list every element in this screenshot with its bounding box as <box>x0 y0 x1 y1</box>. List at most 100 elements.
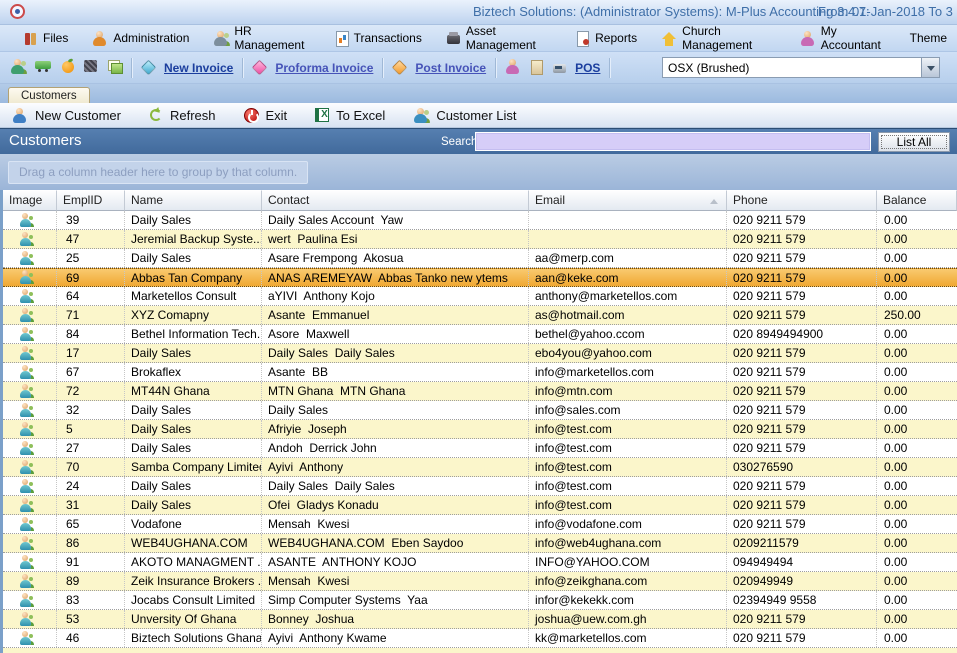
table-row-partial[interactable] <box>0 648 957 653</box>
cell-image <box>3 629 57 647</box>
ledger-book-button[interactable] <box>84 59 98 76</box>
delivery-truck-button[interactable] <box>35 59 52 76</box>
table-row[interactable]: 84Bethel Information Tech...Asore Maxwel… <box>3 325 957 344</box>
column-header-phone[interactable]: Phone <box>727 190 877 211</box>
pos-button[interactable]: POS <box>552 61 600 75</box>
cell-balance: 0.00 <box>877 230 957 248</box>
group-by-drop-zone[interactable]: Drag a column header here to group by th… <box>8 161 308 184</box>
asset-stack-icon <box>446 31 461 45</box>
table-row[interactable]: 86WEB4UGHANA.COMWEB4UGHANA.COM Eben Sayd… <box>3 534 957 553</box>
cards-button[interactable] <box>107 59 122 76</box>
menu-item-transactions[interactable]: Transactions <box>324 28 432 49</box>
toolbar-link-label: Post Invoice <box>415 61 486 75</box>
cell-emplid: 69 <box>57 269 125 286</box>
proforma-invoice-button[interactable]: Proforma Invoice <box>252 61 373 75</box>
add-customer-button[interactable] <box>10 59 26 77</box>
menu-item-church-management[interactable]: Church Management <box>651 21 786 55</box>
table-row[interactable]: 27Daily SalesAndoh Derrick Johninfo@test… <box>3 439 957 458</box>
table-row[interactable]: 31Daily SalesOfei Gladys Konaduinfo@test… <box>3 496 957 515</box>
column-header-name[interactable]: Name <box>125 190 262 211</box>
refresh-button[interactable]: Refresh <box>149 108 216 123</box>
cell-name: Jeremial Backup Syste... <box>125 230 262 248</box>
customer-avatar-icon <box>19 498 35 513</box>
cell-phone: 020 8949494900 <box>727 325 877 343</box>
menu-item-my-accountant[interactable]: My Accountant <box>790 21 896 55</box>
cell-phone: 020 9211 579 <box>727 230 877 248</box>
cell-balance: 0.00 <box>877 325 957 343</box>
customer-list-icon <box>413 108 429 123</box>
customer-avatar-icon <box>19 479 35 494</box>
new-invoice-diamond-icon <box>141 60 157 76</box>
new-invoice-button[interactable]: New Invoice <box>141 61 233 75</box>
cell-email: info@web4ughana.com <box>529 534 727 552</box>
new-customer-button[interactable]: New Customer <box>12 108 121 123</box>
table-row[interactable]: 89Zeik Insurance Brokers ...Mensah Kwesi… <box>3 572 957 591</box>
table-row[interactable]: 70Samba Company LimitedAyivi Anthonyinfo… <box>3 458 957 477</box>
cell-image <box>3 458 57 476</box>
table-row[interactable]: 91AKOTO MANAGMENT ...ASANTE ANTHONY KOJO… <box>3 553 957 572</box>
cell-contact: Andoh Derrick John <box>262 439 529 457</box>
menu-item-label: My Accountant <box>821 24 886 52</box>
panel-header: Customers Search Customer: List All <box>0 128 957 154</box>
column-header-balance[interactable]: Balance <box>877 190 957 211</box>
column-header-image[interactable]: Image <box>3 190 57 211</box>
list-all-button[interactable]: List All <box>878 132 950 152</box>
table-row[interactable]: 65VodafoneMensah Kwesiinfo@vodafone.com0… <box>3 515 957 534</box>
menu-item-administration[interactable]: Administration <box>82 28 199 49</box>
cell-phone: 020 9211 579 <box>727 211 877 229</box>
customer-avatar-icon <box>19 631 35 646</box>
search-customer-input[interactable] <box>476 133 870 150</box>
theme-dropdown[interactable]: OSX (Brushed) <box>662 57 940 78</box>
menu-item-files[interactable]: Files <box>14 28 78 49</box>
column-header-email[interactable]: Email <box>529 190 727 211</box>
table-row[interactable]: 46Biztech Solutions GhanaAyivi Anthony K… <box>3 629 957 648</box>
cell-balance: 250.00 <box>877 306 957 324</box>
post-invoice-button[interactable]: Post Invoice <box>392 61 486 75</box>
table-row[interactable]: 24Daily SalesDaily Sales Daily Salesinfo… <box>3 477 957 496</box>
customer-avatar-icon <box>19 251 35 266</box>
accountant-person-button[interactable] <box>505 59 521 77</box>
customer-list-button[interactable]: Customer List <box>413 108 516 123</box>
table-row[interactable]: 39Daily SalesDaily Sales Account Yaw020 … <box>3 211 957 230</box>
menu-item-reports[interactable]: Reports <box>566 28 647 49</box>
dropdown-button[interactable] <box>921 58 939 77</box>
exit-button[interactable]: Exit <box>244 108 288 123</box>
cell-email: info@vodafone.com <box>529 515 727 533</box>
table-row[interactable]: 47Jeremial Backup Syste...wert Paulina E… <box>3 230 957 249</box>
table-row[interactable]: 72MT44N GhanaMTN Ghana MTN Ghanainfo@mtn… <box>3 382 957 401</box>
table-row[interactable]: 32Daily SalesDaily Salesinfo@sales.com02… <box>3 401 957 420</box>
cell-balance: 0.00 <box>877 610 957 628</box>
notes-button[interactable] <box>530 59 543 77</box>
menu-item-theme[interactable]: Theme <box>900 28 957 48</box>
cell-name: Vodafone <box>125 515 262 533</box>
orange-fruit-button[interactable] <box>61 59 75 76</box>
table-row[interactable]: 71XYZ ComapnyAsante Emmanuelas@hotmail.c… <box>3 306 957 325</box>
table-row[interactable]: 25Daily SalesAsare Frempong Akosuaaa@mer… <box>3 249 957 268</box>
customer-avatar-icon <box>19 441 35 456</box>
menu-item-asset-management[interactable]: Asset Management <box>436 21 562 55</box>
table-row[interactable]: 64Marketellos ConsultaYIVI Anthony Kojoa… <box>3 287 957 306</box>
tab-customers[interactable]: Customers <box>8 87 90 103</box>
cell-balance: 0.00 <box>877 439 957 457</box>
table-row-selected[interactable]: 69Abbas Tan CompanyANAS AREMEYAW Abbas T… <box>3 268 957 287</box>
column-header-contact[interactable]: Contact <box>262 190 529 211</box>
table-row[interactable]: 53Unversity Of GhanaBonney Joshuajoshua@… <box>3 610 957 629</box>
column-header-emplid[interactable]: EmplID <box>57 190 125 211</box>
cell-name: MT44N Ghana <box>125 382 262 400</box>
cell-phone: 020 9211 579 <box>727 287 877 305</box>
customer-avatar-icon <box>19 460 35 475</box>
to-excel-button[interactable]: To Excel <box>315 108 385 123</box>
menu-item-hr-management[interactable]: HR Management <box>203 21 319 55</box>
table-row[interactable]: 17Daily SalesDaily Sales Daily Salesebo4… <box>3 344 957 363</box>
cell-email: ebo4you@yahoo.com <box>529 344 727 362</box>
table-row[interactable]: 5Daily SalesAfriyie Josephinfo@test.com0… <box>3 420 957 439</box>
toolbar-separator <box>131 58 132 78</box>
table-row[interactable]: 83Jocabs Consult LimitedSimp Computer Sy… <box>3 591 957 610</box>
cell-contact: Asante BB <box>262 363 529 381</box>
cell-emplid: 84 <box>57 325 125 343</box>
table-row[interactable]: 67BrokaflexAsante BBinfo@marketellos.com… <box>3 363 957 382</box>
customer-avatar-icon <box>19 365 35 380</box>
cell-image <box>3 401 57 419</box>
cell-name: Daily Sales <box>125 496 262 514</box>
cell-name: Marketellos Consult <box>125 287 262 305</box>
